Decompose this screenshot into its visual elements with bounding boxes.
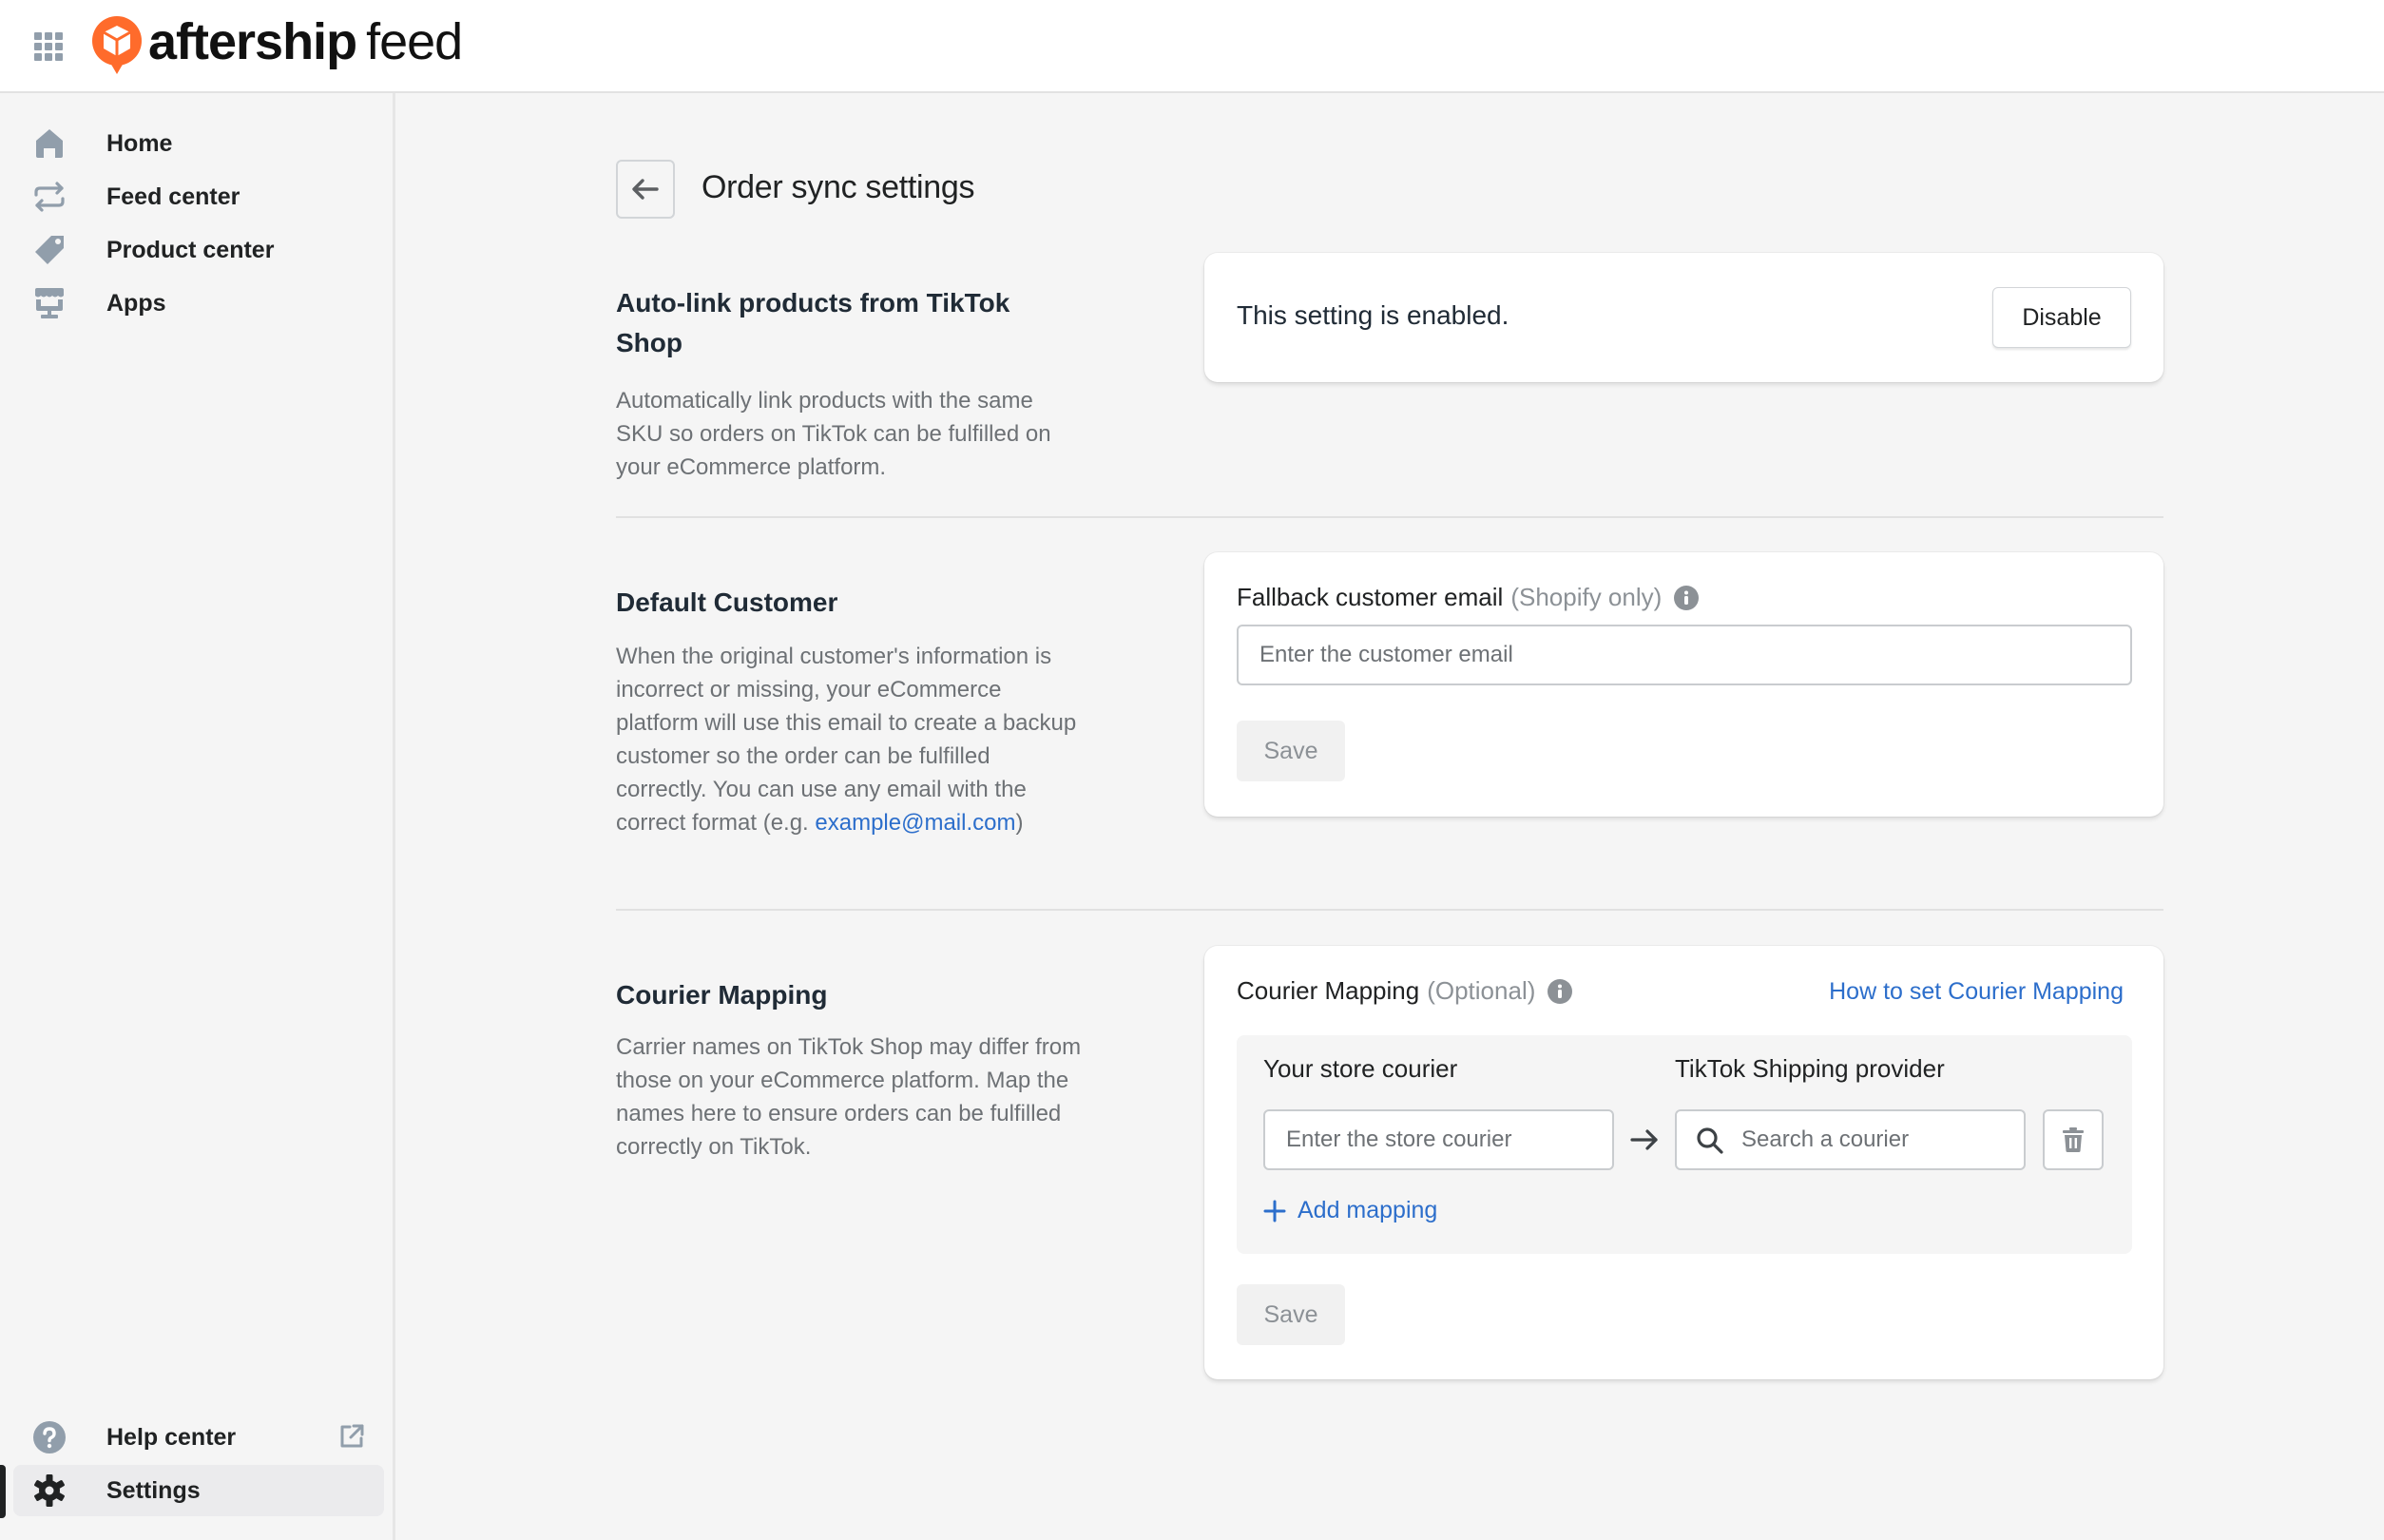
description-suffix: ) (1015, 810, 1024, 836)
help-circle-icon (32, 1420, 67, 1454)
sidebar-item-apps[interactable]: Apps (13, 278, 384, 329)
sidebar-item-feed-center[interactable]: Feed center (13, 171, 384, 222)
example-email-link[interactable]: example@mail.com (815, 810, 1015, 836)
home-icon (32, 126, 67, 161)
store-courier-input[interactable] (1263, 1109, 1614, 1170)
arrow-right-icon (1630, 1129, 1658, 1150)
arrow-left-icon (632, 179, 659, 200)
mapping-rows-container: Your store courier TikTok Shipping provi… (1237, 1035, 2132, 1254)
disable-button[interactable]: Disable (1992, 287, 2131, 348)
tiktok-courier-search (1675, 1109, 2026, 1170)
brand-logo[interactable]: aftership feed (91, 13, 463, 76)
description-text: When the original customer's information… (616, 644, 1077, 836)
field-label-qualifier: (Shopify only) (1510, 583, 1663, 611)
section-title: Default Customer (616, 587, 838, 617)
top-bar: aftership feed (0, 0, 2384, 93)
add-mapping-button[interactable]: Add mapping (1263, 1197, 1437, 1224)
sidebar: Home Feed center Product center Apps Hel… (0, 93, 395, 1540)
field-label-text: Courier Mapping (1237, 976, 1420, 1005)
sidebar-item-home[interactable]: Home (13, 118, 384, 169)
active-indicator (0, 1465, 6, 1518)
page-title: Order sync settings (702, 169, 975, 205)
setting-status-text: This setting is enabled. (1237, 300, 1509, 330)
brand-name: aftership feed (148, 13, 463, 70)
sidebar-item-label: Settings (106, 1476, 201, 1504)
sidebar-item-label: Feed center (106, 183, 240, 210)
section-divider (616, 909, 2163, 911)
sidebar-item-label: Product center (106, 236, 275, 263)
field-label-qualifier: (Optional) (1427, 976, 1536, 1005)
store-courier-column-label: Your store courier (1263, 1054, 1458, 1083)
section-description: Carrier names on TikTok Shop may differ … (616, 1034, 1082, 1160)
sidebar-item-product-center[interactable]: Product center (13, 224, 384, 276)
default-customer-section-info: Default Customer When the original custo… (616, 583, 1082, 839)
sidebar-item-label: Apps (106, 289, 166, 317)
default-customer-card: Fallback customer email (Shopify only) S… (1204, 552, 2163, 817)
app-launcher-grid-icon[interactable] (34, 32, 65, 61)
info-icon[interactable] (1547, 978, 1573, 1005)
autolink-section-info: Auto-link products from TikTok Shop Auto… (616, 283, 1082, 484)
section-title: Courier Mapping (616, 980, 828, 1010)
courier-mapping-label: Courier Mapping (Optional) (1237, 976, 1573, 1006)
sidebar-item-label: Home (106, 129, 173, 157)
sidebar-item-label: Help center (106, 1423, 237, 1451)
back-button[interactable] (616, 160, 675, 219)
info-icon[interactable] (1673, 585, 1700, 611)
how-to-courier-mapping-link[interactable]: How to set Courier Mapping (1829, 978, 2124, 1006)
brand-name-light: feed (366, 13, 463, 70)
field-label-text: Fallback customer email (1237, 583, 1504, 611)
brand-name-bold: aftership (148, 13, 357, 70)
plus-icon (1263, 1200, 1286, 1222)
section-description: Automatically link products with the sam… (616, 388, 1051, 480)
customer-email-input[interactable] (1237, 625, 2132, 685)
fallback-email-label: Fallback customer email (Shopify only) (1237, 583, 1700, 612)
save-email-button[interactable]: Save (1237, 721, 1345, 781)
tiktok-courier-search-input[interactable] (1675, 1109, 2026, 1170)
save-mapping-button[interactable]: Save (1237, 1284, 1345, 1345)
external-link-icon[interactable] (338, 1423, 367, 1452)
section-title: Auto-link products from TikTok Shop (616, 288, 1010, 357)
aftership-logo-icon (92, 16, 142, 74)
gear-icon (32, 1473, 67, 1508)
delete-mapping-button[interactable] (2043, 1109, 2104, 1170)
sidebar-item-settings[interactable]: Settings (13, 1465, 384, 1516)
section-description: When the original customer's information… (616, 640, 1082, 839)
section-divider (616, 516, 2163, 518)
sidebar-item-help-center[interactable]: Help center (13, 1412, 384, 1463)
search-icon (1697, 1127, 1723, 1154)
tiktok-provider-column-label: TikTok Shipping provider (1675, 1054, 1945, 1083)
storefront-icon (32, 286, 67, 320)
trash-icon (2063, 1127, 2084, 1152)
courier-mapping-card: Courier Mapping (Optional) How to set Co… (1204, 946, 2163, 1379)
autolink-card: This setting is enabled. Disable (1204, 253, 2163, 382)
tag-icon (32, 233, 67, 267)
add-mapping-label: Add mapping (1298, 1197, 1438, 1223)
courier-mapping-section-info: Courier Mapping Carrier names on TikTok … (616, 975, 1082, 1164)
sync-arrows-icon (32, 180, 67, 214)
